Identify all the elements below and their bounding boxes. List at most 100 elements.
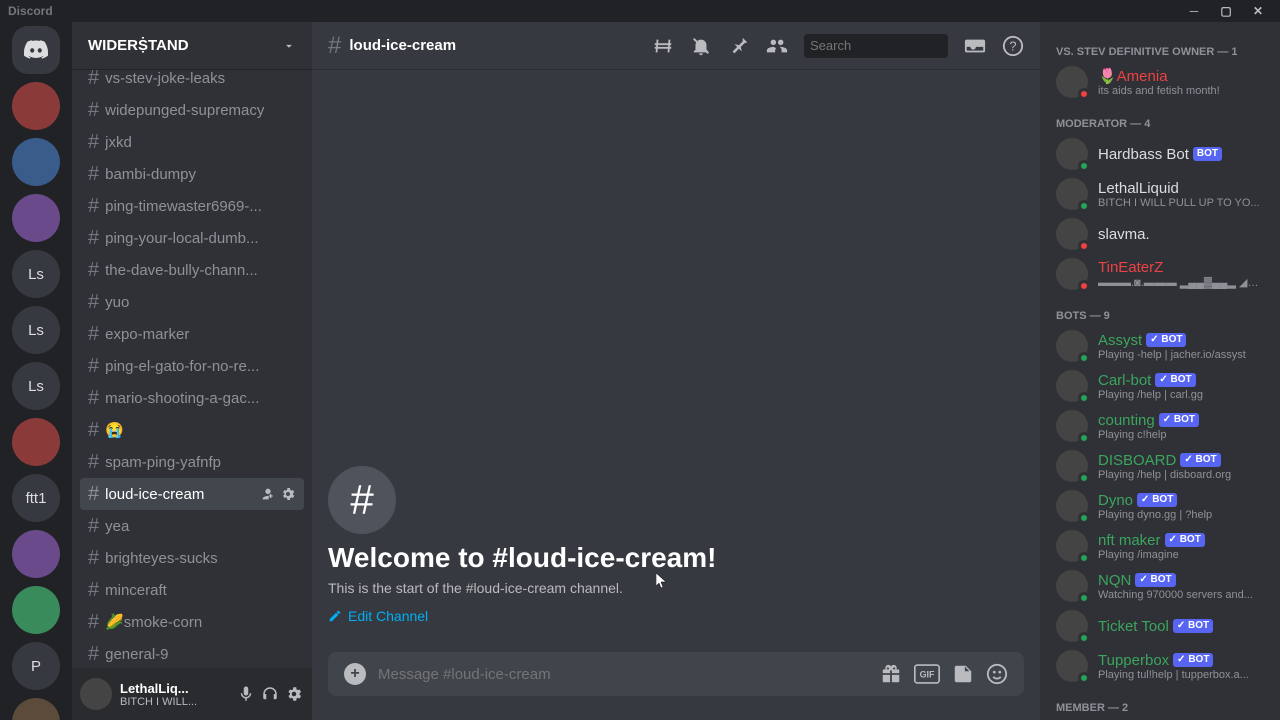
member-item[interactable]: Assyst ✓ BOTPlaying -help | jacher.io/as… <box>1048 326 1272 366</box>
channel-item[interactable]: #ping-timewaster6969-... <box>80 190 304 222</box>
channel-item[interactable]: #🌽smoke-corn <box>80 606 304 638</box>
server-icon[interactable] <box>12 586 60 634</box>
hash-icon: # <box>88 611 99 634</box>
channel-name: general-9 <box>105 646 296 663</box>
channel-header: # loud-ice-cream ? <box>312 22 1040 70</box>
server-icon[interactable]: ftt1 <box>12 474 60 522</box>
self-avatar[interactable] <box>80 678 112 710</box>
server-icon[interactable] <box>12 194 60 242</box>
members-toggle-icon[interactable] <box>766 35 788 57</box>
member-status: Playing /help | disboard.org <box>1098 469 1264 481</box>
channel-item[interactable]: #mario-shooting-a-gac... <box>80 382 304 414</box>
maximize-button[interactable]: ▢ <box>1212 0 1240 22</box>
channel-item[interactable]: #ping-your-local-dumb... <box>80 222 304 254</box>
channel-item[interactable]: #expo-marker <box>80 318 304 350</box>
server-icon[interactable] <box>12 698 60 720</box>
channel-sidebar: WIDERṨTAND #💬6-hour-chat#discordgginvite… <box>72 22 312 720</box>
channel-item[interactable]: #ping-el-gato-for-no-re... <box>80 350 304 382</box>
member-item[interactable]: Tupperbox ✓ BOTPlaying tul!help | tupper… <box>1048 646 1272 686</box>
member-item[interactable]: Dyno ✓ BOTPlaying dyno.gg | ?help <box>1048 486 1272 526</box>
attachment-button[interactable]: + <box>344 663 366 685</box>
channel-item[interactable]: #minceraft <box>80 574 304 606</box>
channel-name: ping-timewaster6969-... <box>105 198 296 215</box>
channel-item[interactable]: #bambi-dumpy <box>80 158 304 190</box>
server-icon[interactable] <box>12 418 60 466</box>
server-icon[interactable] <box>12 26 60 74</box>
mute-icon[interactable] <box>236 684 256 704</box>
member-group-title: VS. STEV DEFINITIVE OWNER — 1 <box>1048 30 1272 62</box>
notifications-icon[interactable] <box>690 35 712 57</box>
channel-item[interactable]: #loud-ice-cream <box>80 478 304 510</box>
member-item[interactable]: TinEaterZ▬▬▬.◙.▬▬▬ ▂▄▄▓▄▄▂ ◢◤ ... <box>1048 254 1272 294</box>
pinned-icon[interactable] <box>728 35 750 57</box>
message-composer[interactable]: + GIF <box>328 652 1024 696</box>
bot-tag: ✓ BOT <box>1135 573 1175 587</box>
channel-name: loud-ice-cream <box>105 486 254 503</box>
server-icon[interactable]: Ls <box>12 306 60 354</box>
channel-item[interactable]: #brighteyes-sucks <box>80 542 304 574</box>
emoji-icon[interactable] <box>986 663 1008 685</box>
app-title: Discord <box>8 4 53 18</box>
gift-icon[interactable] <box>880 663 902 685</box>
server-icon[interactable] <box>12 530 60 578</box>
channel-item[interactable]: #widepunged-supremacy <box>80 94 304 126</box>
edit-channel-link[interactable]: Edit Channel <box>328 608 428 624</box>
server-icon[interactable]: Ls <box>12 250 60 298</box>
server-icon[interactable] <box>12 138 60 186</box>
member-item[interactable]: NQN ✓ BOTWatching 970000 servers and... <box>1048 566 1272 606</box>
help-icon[interactable]: ? <box>1002 35 1024 57</box>
deafen-icon[interactable] <box>260 684 280 704</box>
channel-item[interactable]: #yuo <box>80 286 304 318</box>
invite-icon[interactable] <box>260 486 276 502</box>
member-item[interactable]: counting ✓ BOTPlaying c!help <box>1048 406 1272 446</box>
channel-name: 😭 <box>105 421 296 439</box>
bot-tag: ✓ BOT <box>1173 619 1213 633</box>
channel-item[interactable]: # the-dave-bully-chann... <box>80 254 304 286</box>
close-button[interactable]: ✕ <box>1244 0 1272 22</box>
channel-item[interactable]: #jxkd <box>80 126 304 158</box>
member-item[interactable]: LethalLiquidBITCH I WILL PULL UP TO YO..… <box>1048 174 1272 214</box>
server-icon[interactable]: Ls <box>12 362 60 410</box>
server-icon[interactable] <box>12 82 60 130</box>
settings-icon[interactable] <box>284 684 304 704</box>
member-avatar <box>1056 330 1088 362</box>
member-status: BITCH I WILL PULL UP TO YO... <box>1098 197 1264 209</box>
member-item[interactable]: 🌷Ameniaits aids and fetish month! <box>1048 62 1272 102</box>
search-input[interactable] <box>810 38 986 53</box>
message-area: # Welcome to #loud-ice-cream! This is th… <box>312 70 1040 652</box>
inbox-icon[interactable] <box>964 35 986 57</box>
member-item[interactable]: Ticket Tool ✓ BOT <box>1048 606 1272 646</box>
member-list[interactable]: VS. STEV DEFINITIVE OWNER — 1🌷Ameniaits … <box>1040 22 1280 720</box>
sticker-icon[interactable] <box>952 663 974 685</box>
member-name: DISBOARD ✓ BOT <box>1098 452 1264 469</box>
channel-item[interactable]: #general-9 <box>80 638 304 668</box>
member-item[interactable]: nft maker ✓ BOTPlaying /imagine <box>1048 526 1272 566</box>
channel-name: jxkd <box>105 134 296 151</box>
server-header[interactable]: WIDERṨTAND <box>72 22 312 70</box>
message-input[interactable] <box>378 666 868 683</box>
channel-item[interactable]: #yea <box>80 510 304 542</box>
member-item[interactable]: Carl-bot ✓ BOTPlaying /help | carl.gg <box>1048 366 1272 406</box>
channel-name: yuo <box>105 294 296 311</box>
gear-icon[interactable] <box>280 486 296 502</box>
gif-icon[interactable]: GIF <box>914 663 940 685</box>
hash-icon: # <box>88 259 99 282</box>
channel-list[interactable]: #💬6-hour-chat#discordgginviteabuse#disco… <box>72 70 312 668</box>
member-avatar <box>1056 490 1088 522</box>
threads-icon[interactable] <box>652 35 674 57</box>
channel-name: mario-shooting-a-gac... <box>105 390 296 407</box>
member-name: NQN ✓ BOT <box>1098 572 1264 589</box>
server-icon[interactable]: P <box>12 642 60 690</box>
channel-item[interactable]: #vs-stev-joke-leaks <box>80 70 304 94</box>
bot-tag: ✓ BOT <box>1137 493 1177 507</box>
member-item[interactable]: DISBOARD ✓ BOTPlaying /help | disboard.o… <box>1048 446 1272 486</box>
member-item[interactable]: slavma. <box>1048 214 1272 254</box>
channel-item[interactable]: #😭 <box>80 414 304 446</box>
channel-name: the-dave-bully-chann... <box>105 262 296 279</box>
search-box[interactable] <box>804 34 948 58</box>
member-item[interactable]: Hardbass Bot BOT <box>1048 134 1272 174</box>
main-area: # loud-ice-cream ? # Welcome to #loud-ic… <box>312 22 1040 720</box>
member-avatar <box>1056 218 1088 250</box>
minimize-button[interactable]: ─ <box>1180 0 1208 22</box>
channel-item[interactable]: #spam-ping-yafnfp <box>80 446 304 478</box>
